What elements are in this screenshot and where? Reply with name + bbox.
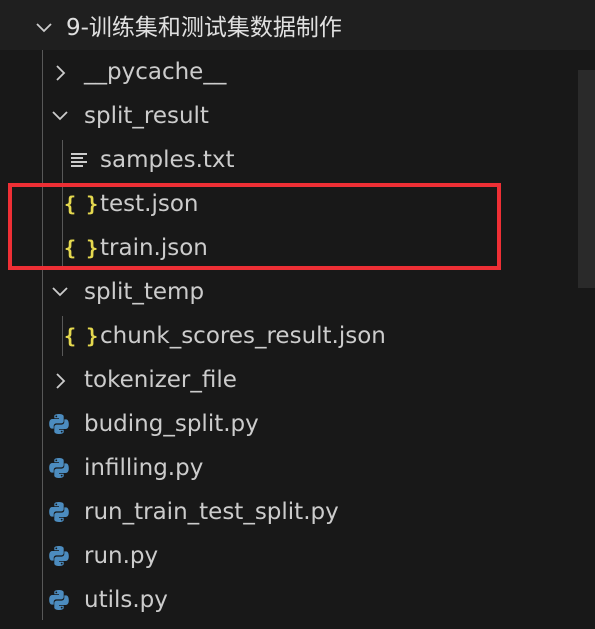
root-folder-row[interactable]: 9-训练集和测试集数据制作 xyxy=(0,6,570,50)
chevron-right-icon xyxy=(54,65,68,81)
json-braces-icon: { } xyxy=(64,324,98,348)
python-icon xyxy=(48,578,70,622)
python-icon xyxy=(48,402,70,446)
tree-item-samples-txt[interactable]: samples.txt xyxy=(0,138,570,182)
annotation-highlight-rectangle xyxy=(8,183,501,270)
vertical-scrollbar[interactable] xyxy=(578,70,595,288)
tree-item-split-result[interactable]: split_result xyxy=(0,94,570,138)
python-icon xyxy=(48,446,70,490)
tree-item-buding-split-py[interactable]: buding_split.py xyxy=(0,402,570,446)
root-folder-label: 9-训练集和测试集数据制作 xyxy=(66,15,342,41)
tree-item-label: chunk_scores_result.json xyxy=(100,323,386,349)
python-icon xyxy=(48,534,70,578)
tree-item-run-train-test-split-py[interactable]: run_train_test_split.py xyxy=(0,490,570,534)
tree-item-label: buding_split.py xyxy=(84,411,259,437)
tree-item-label: split_result xyxy=(84,103,209,129)
tree-item-label: run_train_test_split.py xyxy=(84,499,339,525)
chevron-down-icon xyxy=(52,109,68,123)
chevron-down-icon xyxy=(52,285,68,299)
tree-item-label: split_temp xyxy=(84,279,205,305)
tree-item-utils-py[interactable]: utils.py xyxy=(0,578,570,622)
tree-item-chunk-scores-result-json[interactable]: { } chunk_scores_result.json xyxy=(0,314,570,358)
chevron-right-icon xyxy=(54,373,68,389)
tree-item-tokenizer-file[interactable]: tokenizer_file xyxy=(0,358,570,402)
tree-item-label: utils.py xyxy=(84,587,168,613)
file-explorer: 9-训练集和测试集数据制作 __pycache__ split_result s… xyxy=(0,0,595,629)
tree-item-label: run.py xyxy=(84,543,159,569)
tree-item-run-py[interactable]: run.py xyxy=(0,534,570,578)
text-file-icon xyxy=(71,138,89,182)
tree-item-pycache[interactable]: __pycache__ xyxy=(0,50,570,94)
python-icon xyxy=(48,490,70,534)
tree-item-label: samples.txt xyxy=(100,147,235,173)
chevron-down-icon xyxy=(36,21,52,35)
tree-item-infilling-py[interactable]: infilling.py xyxy=(0,446,570,490)
tree-item-label: infilling.py xyxy=(84,455,204,481)
tree-item-label: __pycache__ xyxy=(84,59,227,85)
tree-item-split-temp[interactable]: split_temp xyxy=(0,270,570,314)
tree-item-label: tokenizer_file xyxy=(84,367,237,393)
